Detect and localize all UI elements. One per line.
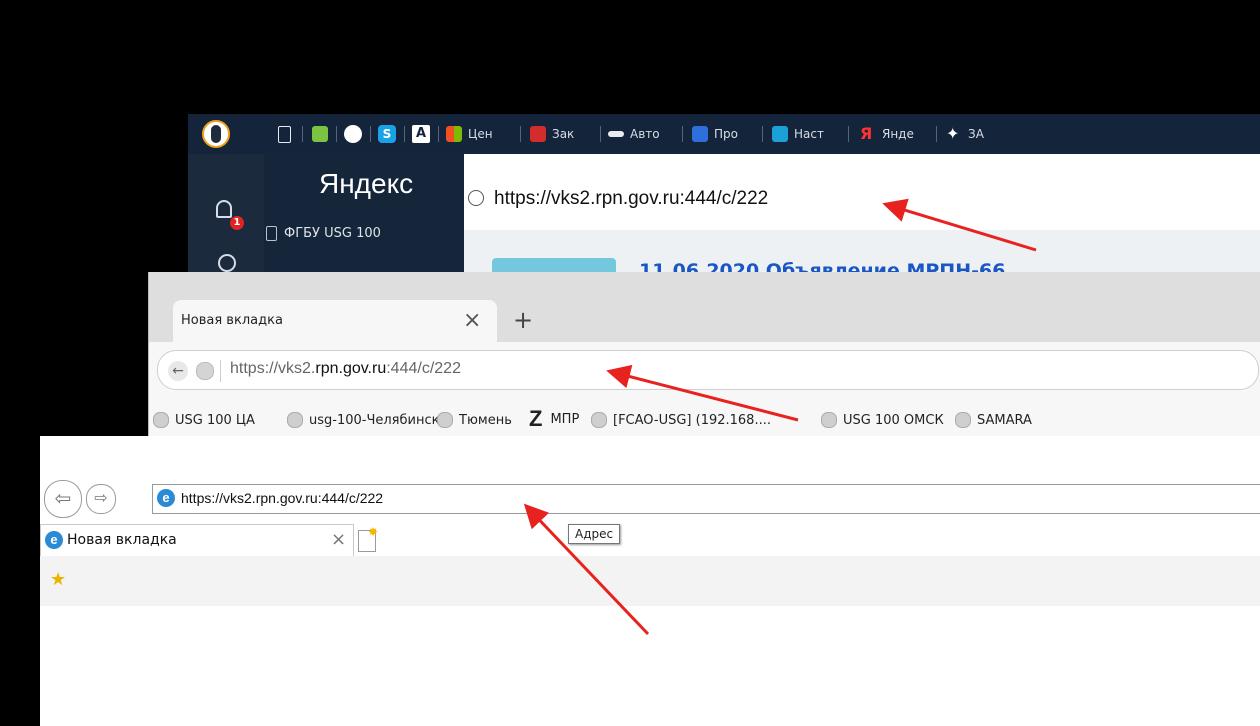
yandex-bookmarks-bar: S A Цен Зак Авто Про Наст Я Янде ✦ ЗА: [188, 114, 1260, 154]
skype-icon[interactable]: S: [378, 125, 396, 143]
address-tooltip: Адрес: [568, 524, 621, 544]
new-tab-star-icon: ✸: [368, 525, 379, 539]
file-icon: [266, 226, 277, 241]
yandex-bookmark-5[interactable]: Наст: [772, 124, 824, 144]
yandex-bookmark-3[interactable]: Авто: [608, 124, 660, 144]
yandex-bookmark-2[interactable]: Зак: [530, 124, 574, 144]
yandex-bookmark-6[interactable]: Я Янде: [860, 124, 914, 144]
chrome-omnibox[interactable]: ← https://vks2.rpn.gov.ru:444/c/222: [157, 350, 1259, 390]
add-favorites-icon[interactable]: ★: [50, 569, 66, 590]
back-arrow-icon[interactable]: ⇦: [44, 480, 82, 518]
new-tab-button[interactable]: +: [513, 306, 533, 334]
ie-window: ⇦ ⇨ e https://vks2.rpn.gov.ru:444/c/222 …: [40, 436, 1260, 726]
globe-icon: [591, 412, 607, 428]
ie-tab-title: Новая вкладка: [67, 532, 177, 548]
globe-icon: [955, 412, 971, 428]
bookmark-item[interactable]: Z МПР: [529, 406, 579, 432]
ie-logo-icon: e: [157, 489, 175, 507]
yandex-address-bar[interactable]: https://vks2.rpn.gov.ru:444/c/222: [464, 154, 1260, 230]
chrome-window: Новая вкладка × + ← https://vks2.rpn.gov…: [148, 272, 1260, 442]
yandex-y-icon: Я: [860, 124, 873, 143]
bookmark-item[interactable]: Тюмень: [437, 412, 512, 428]
bell-icon[interactable]: [216, 200, 232, 218]
ie-favorites-bar: ★: [40, 556, 1260, 607]
globe-icon: [821, 412, 837, 428]
file-icon[interactable]: [278, 126, 291, 143]
panel-item[interactable]: ФГБУ USG 100: [284, 226, 381, 241]
yandex-url-text[interactable]: https://vks2.rpn.gov.ru:444/c/222: [494, 188, 768, 210]
globe-icon: [196, 362, 214, 380]
chrome-tab-title: Новая вкладка: [181, 313, 283, 328]
globe-icon: [153, 412, 169, 428]
ie-logo-icon: e: [45, 531, 63, 549]
chrome-toolbar: ← https://vks2.rpn.gov.ru:444/c/222: [149, 342, 1260, 398]
z-icon: Z: [529, 406, 543, 431]
sparkle-icon: ✦: [946, 124, 960, 143]
ie-address-bar[interactable]: e https://vks2.rpn.gov.ru:444/c/222: [152, 484, 1260, 514]
bookmark-item[interactable]: SAMARA: [955, 412, 1032, 428]
yandex-bookmark-4[interactable]: Про: [692, 124, 738, 144]
close-icon[interactable]: ×: [463, 308, 481, 333]
blue-logo-icon: [692, 126, 708, 142]
windows-icon: [446, 126, 462, 142]
back-arrow-icon[interactable]: ←: [168, 361, 188, 381]
chrome-url-text[interactable]: https://vks2.rpn.gov.ru:444/c/222: [230, 360, 461, 378]
clock-icon[interactable]: [218, 254, 236, 272]
bookmark-item[interactable]: USG 100 ОМСК: [821, 412, 944, 428]
chrome-tab[interactable]: Новая вкладка ×: [173, 300, 497, 344]
plane-icon: [608, 131, 624, 137]
close-icon[interactable]: ×: [331, 529, 346, 550]
green-app-icon[interactable]: [312, 126, 328, 142]
yandex-bookmark-7[interactable]: ✦ ЗА: [946, 124, 984, 144]
bookmark-item[interactable]: USG 100 ЦА: [153, 412, 255, 428]
pdf-icon: [530, 126, 546, 142]
yandex-bookmark-1[interactable]: Цен: [446, 124, 493, 144]
new-tab-button[interactable]: ✸: [358, 525, 378, 552]
bookmark-item[interactable]: [FCAO-USG] (192.168....: [591, 412, 771, 428]
ie-tab[interactable]: e Новая вкладка ×: [40, 524, 354, 558]
yandex-logo: Яндекс: [319, 168, 414, 199]
profile-avatar[interactable]: [202, 120, 230, 148]
forward-arrow-icon[interactable]: ⇨: [86, 484, 116, 514]
globe-icon: [468, 190, 484, 206]
divider: [220, 360, 221, 382]
notification-badge: 1: [230, 216, 244, 230]
globe-icon: [287, 412, 303, 428]
globe-icon: [437, 412, 453, 428]
ie-page-content: [40, 606, 1260, 726]
a-bookmark-icon[interactable]: A: [412, 125, 430, 143]
cisco-icon: [772, 126, 788, 142]
bookmark-item[interactable]: usg-100-Челябинск: [287, 412, 439, 428]
whatsapp-icon[interactable]: [344, 125, 362, 143]
ie-url-text[interactable]: https://vks2.rpn.gov.ru:444/c/222: [181, 490, 383, 506]
